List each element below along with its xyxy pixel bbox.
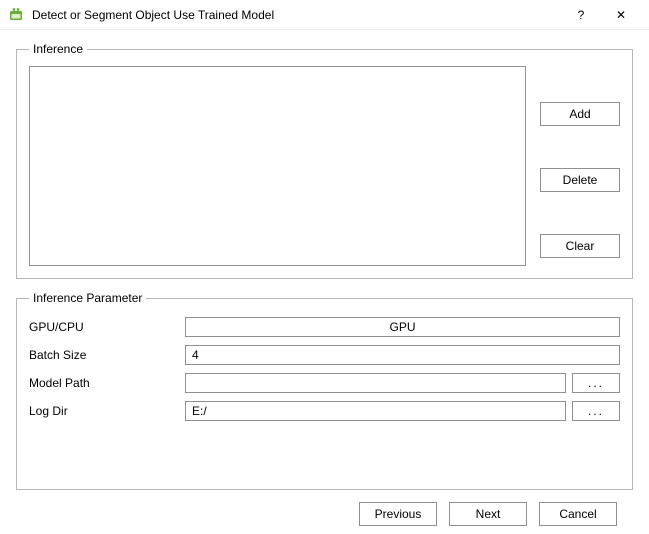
delete-button[interactable]: Delete — [540, 168, 620, 192]
cancel-button[interactable]: Cancel — [539, 502, 617, 526]
model-path-field[interactable] — [185, 373, 566, 393]
client-area: Inference Add Delete Clear Inference Par… — [0, 30, 649, 534]
close-button[interactable]: ✕ — [601, 0, 641, 30]
model-path-browse-button[interactable]: ... — [572, 373, 620, 393]
inference-parameter-legend: Inference Parameter — [29, 291, 146, 305]
gpu-cpu-select[interactable]: GPU — [185, 317, 620, 337]
batch-size-field[interactable] — [185, 345, 620, 365]
window-title: Detect or Segment Object Use Trained Mod… — [32, 8, 561, 22]
gpu-cpu-value: GPU — [389, 320, 415, 334]
batch-size-input[interactable] — [190, 347, 615, 363]
clear-button[interactable]: Clear — [540, 234, 620, 258]
app-icon — [8, 7, 24, 23]
inference-legend: Inference — [29, 42, 87, 56]
log-dir-label: Log Dir — [29, 404, 179, 418]
batch-size-label: Batch Size — [29, 348, 179, 362]
model-path-label: Model Path — [29, 376, 179, 390]
model-path-input[interactable] — [190, 375, 561, 391]
help-button[interactable]: ? — [561, 0, 601, 30]
inference-group: Inference Add Delete Clear — [16, 42, 633, 279]
footer-bar: Previous Next Cancel — [16, 502, 633, 526]
title-bar: Detect or Segment Object Use Trained Mod… — [0, 0, 649, 30]
previous-button[interactable]: Previous — [359, 502, 437, 526]
gpu-cpu-label: GPU/CPU — [29, 320, 179, 334]
log-dir-browse-button[interactable]: ... — [572, 401, 620, 421]
next-button[interactable]: Next — [449, 502, 527, 526]
log-dir-input[interactable] — [190, 403, 561, 419]
add-button[interactable]: Add — [540, 102, 620, 126]
inference-listbox[interactable] — [29, 66, 526, 266]
inference-side-buttons: Add Delete Clear — [540, 66, 620, 266]
inference-parameter-group: Inference Parameter GPU/CPU GPU Batch Si… — [16, 291, 633, 490]
log-dir-field[interactable] — [185, 401, 566, 421]
